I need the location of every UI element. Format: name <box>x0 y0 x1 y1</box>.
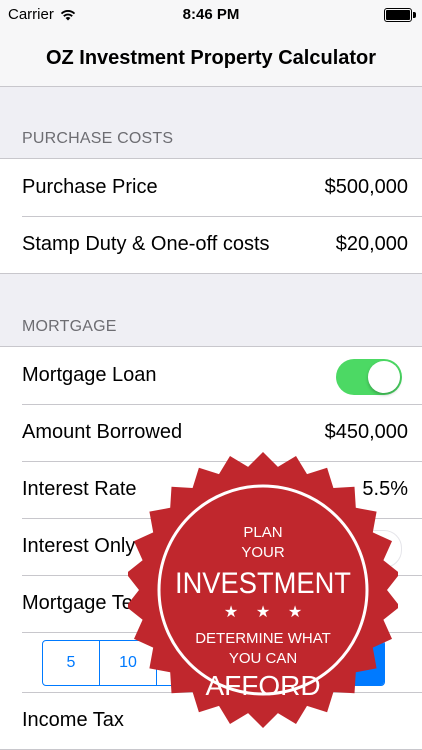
amount-borrowed-value[interactable]: $450,000 <box>325 421 408 444</box>
term-option-5[interactable]: 5 <box>43 641 100 685</box>
purchase-price-label: Purchase Price <box>22 176 158 198</box>
stamp-duty-label: Stamp Duty & One-off costs <box>22 233 270 255</box>
mortgage-loan-row: Mortgage Loan <box>0 347 422 404</box>
star-icon: ★ <box>288 604 302 621</box>
star-icon: ★ <box>256 604 270 621</box>
interest-rate-label: Interest Rate <box>22 478 137 500</box>
seal-line-you-can: YOU CAN <box>229 650 297 667</box>
purchase-costs-group: Purchase Price $500,000 Stamp Duty & One… <box>0 158 422 274</box>
seal-graphic: PLAN YOUR INVESTMENT ★ ★ ★ DETERMINE WHA… <box>126 452 400 728</box>
section-header-purchase-costs: PURCHASE COSTS <box>22 130 174 147</box>
section-header-mortgage: MORTGAGE <box>22 318 117 335</box>
seal-line-determine: DETERMINE WHAT <box>195 630 331 647</box>
interest-only-label: Interest Only <box>22 535 136 557</box>
stamp-duty-row[interactable]: Stamp Duty & One-off costs $20,000 <box>0 216 422 273</box>
income-tax-label: Income Tax <box>22 709 124 731</box>
nav-bar: OZ Investment Property Calculator <box>0 30 422 87</box>
battery-icon <box>384 8 416 22</box>
promo-seal: PLAN YOUR INVESTMENT ★ ★ ★ DETERMINE WHA… <box>126 445 400 735</box>
mortgage-loan-toggle[interactable] <box>336 359 402 395</box>
toggle-knob <box>368 361 400 393</box>
status-bar: Carrier 8:46 PM <box>0 0 422 30</box>
stamp-duty-value[interactable]: $20,000 <box>336 233 408 256</box>
seal-line-investment: INVESTMENT <box>175 567 351 600</box>
page-title: OZ Investment Property Calculator <box>45 47 377 69</box>
seal-line-your: YOUR <box>241 544 285 561</box>
amount-borrowed-label: Amount Borrowed <box>22 421 183 443</box>
purchase-price-value[interactable]: $500,000 <box>325 176 408 199</box>
seal-line-afford: AFFORD <box>205 670 320 701</box>
status-bar-time: 8:46 PM <box>182 6 240 23</box>
mortgage-loan-label: Mortgage Loan <box>22 364 157 386</box>
purchase-price-row[interactable]: Purchase Price $500,000 <box>0 159 422 216</box>
star-icon: ★ <box>224 604 238 621</box>
seal-line-plan: PLAN <box>243 524 282 541</box>
